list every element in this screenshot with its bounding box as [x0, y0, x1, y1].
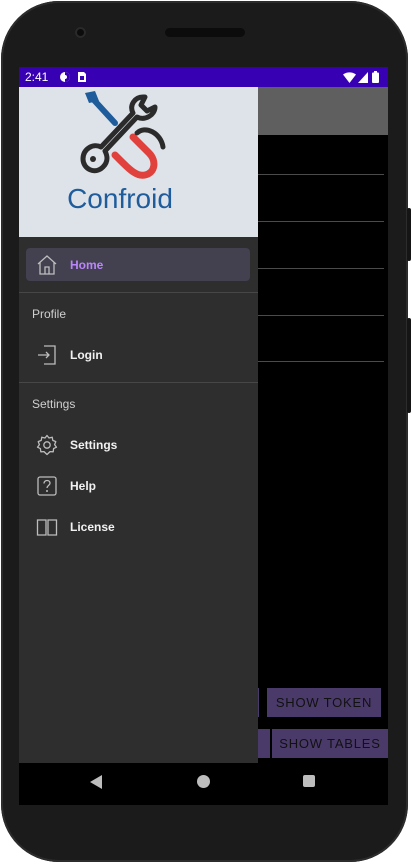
power-button [407, 208, 411, 261]
sim-card-icon [77, 67, 87, 87]
status-time: 2:41 [25, 70, 49, 84]
drawer-divider [19, 292, 258, 293]
logo-icon [80, 91, 166, 179]
list-divider [251, 174, 384, 175]
screen: SHOW TOKEN SHOW TABLES 2:41 Confroid Hom… [19, 67, 388, 805]
login-icon [36, 344, 58, 366]
drawer-item-label: Login [70, 347, 103, 362]
list-divider [251, 221, 384, 222]
front-camera [75, 27, 86, 38]
volume-button [407, 318, 411, 413]
wifi-icon [343, 67, 356, 87]
earpiece-speaker [165, 28, 245, 37]
gear-icon [36, 434, 58, 456]
status-bar: 2:41 [19, 67, 388, 87]
drawer-item-settings[interactable]: Settings [26, 428, 250, 461]
drawer-divider [19, 382, 258, 383]
list-divider [251, 268, 384, 269]
show-token-button[interactable]: SHOW TOKEN [267, 688, 381, 717]
list-divider [251, 315, 384, 316]
help-icon [36, 475, 58, 497]
drawer-item-label: Help [70, 478, 97, 493]
logo-text: Confroid [67, 183, 173, 214]
home-icon [36, 254, 58, 276]
drawer-item-help[interactable]: Help [26, 469, 250, 502]
drawer-item-label: Home [70, 257, 104, 272]
drawer-item-label: License [70, 519, 115, 534]
show-tables-button[interactable]: SHOW TABLES [272, 729, 388, 758]
signal-icon [358, 67, 368, 87]
drawer-item-home[interactable]: Home [26, 248, 250, 281]
drawer-header: Confroid [19, 87, 258, 237]
section-title-profile: Profile [32, 307, 67, 321]
circle-status-icon [59, 67, 71, 87]
list-divider [251, 361, 384, 362]
navigation-drawer: Confroid Home Profile Login Settings Set… [19, 87, 258, 763]
home-circle-icon[interactable] [197, 775, 210, 788]
drawer-item-label: Settings [70, 437, 118, 452]
drawer-item-license[interactable]: License [26, 510, 250, 543]
battery-icon [372, 67, 379, 87]
book-icon [36, 516, 58, 538]
drawer-item-login[interactable]: Login [26, 338, 250, 371]
section-title-settings: Settings [32, 397, 76, 411]
system-navigation-bar [19, 763, 388, 805]
back-icon[interactable] [90, 775, 102, 789]
recents-icon[interactable] [303, 775, 315, 787]
phone-frame: SHOW TOKEN SHOW TABLES 2:41 Confroid Hom… [0, 0, 411, 864]
